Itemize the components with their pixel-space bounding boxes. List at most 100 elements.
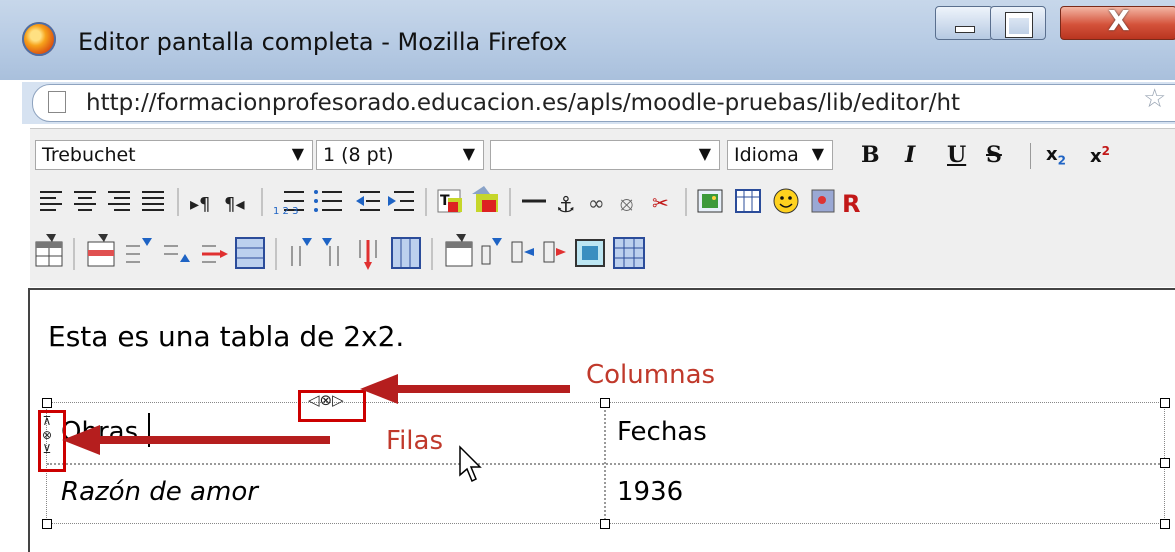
svg-text:▸¶: ▸¶: [190, 194, 211, 215]
browser-window: Editor pantalla completa - Mozilla Firef…: [0, 0, 1175, 552]
paste-word-icon[interactable]: R: [842, 190, 860, 218]
split-cell-icon[interactable]: [613, 237, 645, 269]
ltr-icon[interactable]: ▸¶: [190, 194, 211, 215]
window-title: Editor pantalla completa - Mozilla Firef…: [78, 28, 568, 56]
row-handle-icon[interactable]: ⊼ ⊗ ⊻: [42, 414, 52, 456]
bold-button[interactable]: B: [861, 142, 880, 168]
align-left-icon[interactable]: [40, 191, 62, 211]
superscript-label: x: [1090, 146, 1102, 167]
insert-column-before-icon[interactable]: [291, 238, 312, 266]
insert-row-above-icon[interactable]: [126, 238, 152, 263]
nolink-icon[interactable]: ✂: [652, 191, 669, 215]
mouse-pointer-icon: [459, 445, 482, 483]
delete-column-icon[interactable]: [359, 240, 377, 270]
delete-row-icon[interactable]: [202, 245, 228, 263]
resize-handle[interactable]: [600, 519, 610, 529]
chevron-down-icon: ▼: [698, 144, 711, 163]
bookmark-star-icon[interactable]: ☆: [1143, 84, 1166, 114]
language-select[interactable]: Idioma ▼: [727, 140, 833, 170]
chevron-down-icon: ▼: [291, 144, 304, 163]
subscript-label: x: [1046, 144, 1058, 165]
toolbar-divider: [1030, 143, 1031, 169]
resize-handle[interactable]: [1160, 519, 1170, 529]
insert-row-below-icon[interactable]: [164, 245, 190, 262]
background-color-icon[interactable]: [472, 186, 498, 212]
svg-text:R: R: [842, 190, 860, 218]
formatting-toolbar-row: ▸¶ ¶◂ 1 2 3 T ⚓ ∞ ⦻ ✂ R: [40, 186, 860, 218]
delete-cell-icon[interactable]: [543, 241, 566, 263]
align-center-icon[interactable]: [74, 191, 96, 211]
table-properties-icon[interactable]: [35, 234, 63, 267]
rtl-icon[interactable]: ¶◂: [224, 194, 245, 215]
table-cell[interactable]: Razón de amor: [61, 477, 258, 507]
subscript-button[interactable]: x2: [1046, 144, 1066, 168]
insert-table-icon[interactable]: [735, 189, 761, 213]
unlink-icon[interactable]: ⦻: [620, 191, 633, 215]
table-toolbar-row: [35, 234, 645, 270]
column-handle-icon[interactable]: ◁⊗▷: [308, 391, 344, 409]
indent-icon[interactable]: [388, 191, 414, 211]
underline-button[interactable]: U: [947, 142, 966, 168]
insert-column-after-icon[interactable]: [322, 238, 339, 266]
row-properties-icon[interactable]: [87, 234, 115, 267]
svg-text:T: T: [440, 193, 450, 209]
cell-properties-icon[interactable]: [445, 234, 473, 267]
merge-cells-icon[interactable]: [575, 239, 605, 267]
italic-button[interactable]: I: [905, 142, 915, 168]
close-icon: X: [1108, 4, 1130, 37]
text-color-icon[interactable]: T: [437, 189, 462, 213]
outdent-icon[interactable]: [356, 191, 380, 211]
minimize-icon: [955, 26, 975, 33]
link-icon[interactable]: ∞: [588, 191, 605, 215]
annotation-arrow-shaft: [98, 436, 330, 444]
annotation-arrowhead-icon: [360, 374, 398, 404]
strikethrough-button[interactable]: S: [986, 142, 1002, 168]
anchor-icon[interactable]: ⚓: [556, 193, 576, 218]
resize-handle[interactable]: [42, 519, 52, 529]
superscript-button[interactable]: x2: [1090, 144, 1110, 167]
resize-handle[interactable]: [42, 398, 52, 408]
superscript-mark: 2: [1101, 144, 1110, 158]
font-size-value: 1 (8 pt): [323, 144, 394, 166]
maximize-icon: [1005, 12, 1033, 38]
insert-image-icon[interactable]: [697, 189, 723, 213]
svg-text:1 2 3: 1 2 3: [273, 206, 298, 217]
columns-annotation-label: Columnas: [586, 360, 716, 390]
annotation-arrow-shaft: [390, 385, 570, 393]
justify-icon[interactable]: [142, 191, 164, 211]
table-cell[interactable]: Fechas: [617, 417, 707, 447]
svg-text:¶◂: ¶◂: [224, 194, 245, 215]
minimize-button[interactable]: [935, 6, 993, 40]
unordered-list-icon[interactable]: [314, 190, 342, 212]
resize-handle[interactable]: [1160, 458, 1170, 468]
font-size-select[interactable]: 1 (8 pt) ▼: [316, 140, 484, 170]
font-family-select[interactable]: Trebuchet ▼: [35, 140, 313, 170]
svg-text:⦻: ⦻: [620, 191, 633, 215]
subscript-mark: 2: [1057, 153, 1066, 168]
resize-handle[interactable]: [1160, 398, 1170, 408]
svg-text:⚓: ⚓: [556, 193, 576, 218]
language-value: Idioma: [734, 144, 799, 166]
svg-text:∞: ∞: [588, 191, 605, 215]
special-chars-icon[interactable]: [811, 189, 835, 213]
resize-handle[interactable]: [600, 398, 610, 408]
table-cell[interactable]: 1936: [617, 477, 683, 507]
font-family-value: Trebuchet: [42, 144, 136, 166]
insert-cell-before-icon[interactable]: [481, 238, 502, 265]
svg-text:✂: ✂: [652, 191, 669, 215]
format-select[interactable]: ▼: [490, 140, 720, 170]
smiley-icon[interactable]: [773, 188, 799, 214]
content-table[interactable]: Obras Fechas Razón de amor 1936: [46, 402, 1165, 524]
rows-annotation-label: Filas: [386, 426, 443, 456]
chevron-down-icon: ▼: [811, 144, 824, 163]
url-text[interactable]: http://formacionprofesorado.educacion.es…: [86, 90, 960, 116]
chevron-down-icon: ▼: [462, 144, 475, 163]
annotation-arrowhead-icon: [62, 425, 100, 455]
split-column-icon[interactable]: [391, 237, 421, 269]
align-right-icon[interactable]: [108, 191, 130, 211]
insert-cell-after-icon[interactable]: [511, 241, 534, 263]
page-icon: [48, 91, 66, 113]
split-row-icon[interactable]: [235, 237, 265, 269]
ordered-list-icon[interactable]: 1 2 3: [273, 191, 304, 217]
firefox-logo-icon: [22, 22, 56, 56]
